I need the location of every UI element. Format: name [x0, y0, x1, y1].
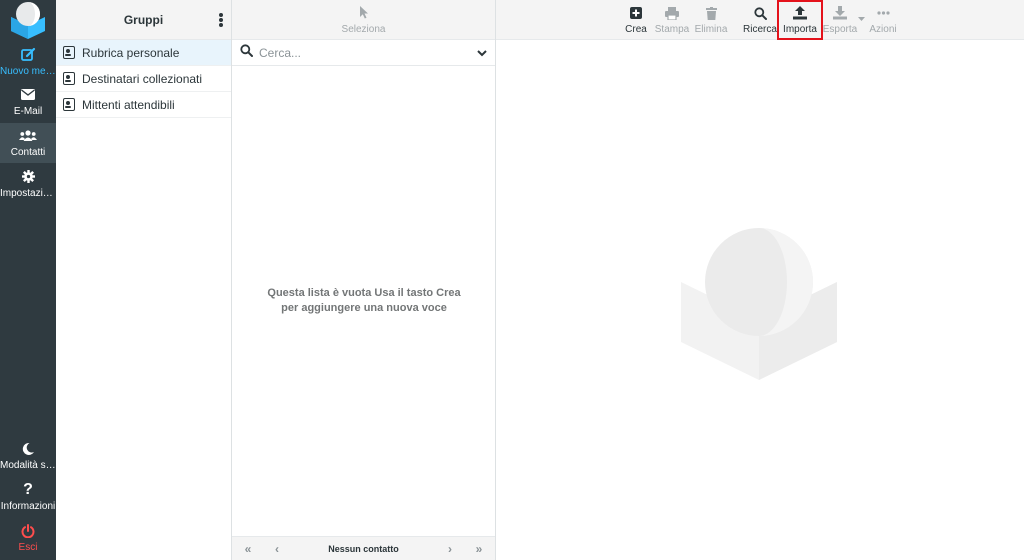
contacts-label: Contatti: [10, 146, 46, 158]
search-input[interactable]: [259, 45, 477, 60]
compose-icon: [20, 47, 36, 63]
nav-item-about[interactable]: ? Informazioni: [0, 477, 56, 517]
contact-search-bar: [232, 40, 495, 66]
contact-content-area: Crea Stampa Elimina Ricerca Importa Espo…: [496, 0, 1024, 560]
previous-page-icon[interactable]: ‹: [266, 542, 288, 556]
about-label: Informazioni: [0, 500, 56, 512]
logout-label: Esci: [18, 541, 38, 553]
create-label: Crea: [625, 24, 647, 35]
empty-list-message: Questa lista è vuota Usa il tasto Crea p…: [267, 287, 461, 314]
first-page-icon[interactable]: «: [237, 542, 259, 556]
compose-button[interactable]: Nuovo mes...: [0, 42, 56, 82]
compose-label: Nuovo mes...: [0, 65, 56, 77]
main-navigation: Nuovo mes... E-Mail Contatti Impostazion…: [0, 0, 56, 560]
nav-item-settings[interactable]: Impostazioni: [0, 164, 56, 204]
print-button[interactable]: Stampa: [654, 0, 690, 40]
users-icon: [19, 128, 37, 144]
mail-label: E-Mail: [13, 105, 43, 117]
magnifier-icon: [753, 5, 767, 21]
groups-header: Gruppi: [56, 0, 231, 40]
actions-button[interactable]: Azioni: [868, 0, 898, 40]
group-item-collected-recipients[interactable]: Destinatari collezionati: [56, 66, 231, 92]
search-icon[interactable]: [240, 43, 253, 62]
groups-panel: Gruppi Rubrica personale Destinatari col…: [56, 0, 232, 560]
delete-button[interactable]: Elimina: [694, 0, 728, 40]
select-label: Seleziona: [341, 23, 386, 35]
dark-mode-label: Modalità sc...: [0, 459, 56, 471]
more-dots-icon: [876, 5, 890, 21]
search-label: Ricerca: [743, 24, 777, 35]
search-button[interactable]: Ricerca: [742, 0, 778, 40]
nav-item-contacts[interactable]: Contatti: [0, 123, 56, 163]
delete-label: Elimina: [694, 24, 728, 35]
trash-icon: [705, 5, 717, 21]
list-pagination: « ‹ Nessun contatto › »: [232, 536, 495, 560]
group-item-label: Rubrica personale: [82, 45, 180, 60]
print-label: Stampa: [654, 24, 690, 35]
upload-icon: [793, 5, 807, 21]
cursor-pointer-icon: [359, 5, 369, 21]
create-button[interactable]: Crea: [620, 0, 652, 40]
roundcube-watermark-logo: [679, 220, 839, 385]
last-page-icon[interactable]: »: [468, 542, 490, 556]
moon-icon: [21, 441, 35, 457]
group-item-trusted-senders[interactable]: Mittenti attendibili: [56, 92, 231, 118]
group-item-label: Mittenti attendibili: [82, 97, 175, 112]
nav-item-dark-mode[interactable]: Modalità sc...: [0, 436, 56, 476]
logout-button[interactable]: Esci: [0, 518, 56, 558]
groups-title: Gruppi: [123, 12, 164, 27]
gear-icon: [21, 169, 35, 185]
power-icon: [21, 523, 35, 539]
settings-label: Impostazioni: [0, 187, 56, 199]
export-dropdown-icon[interactable]: [857, 0, 865, 40]
question-icon: ?: [23, 480, 33, 498]
next-page-icon[interactable]: ›: [439, 542, 461, 556]
addressbook-icon: [63, 72, 75, 85]
group-item-label: Destinatari collezionati: [82, 71, 203, 86]
addressbook-icon: [63, 98, 75, 111]
export-label: Esporta: [822, 24, 858, 35]
download-icon: [833, 5, 847, 21]
group-item-personal-addressbook[interactable]: Rubrica personale: [56, 40, 231, 66]
groups-menu-icon[interactable]: [217, 12, 225, 28]
plus-square-icon: [630, 5, 642, 21]
addressbook-icon: [63, 46, 75, 59]
search-options-chevron-icon[interactable]: [477, 44, 487, 62]
envelope-icon: [21, 87, 35, 103]
contacts-list-panel: Seleziona Questa lista è vuota Usa il ta…: [232, 0, 496, 560]
export-button[interactable]: Esporta: [823, 0, 857, 40]
import-label: Importa: [783, 24, 817, 35]
contacts-toolbar: Crea Stampa Elimina Ricerca Importa Espo…: [496, 0, 1024, 40]
import-button[interactable]: Importa: [777, 0, 823, 40]
nav-item-mail[interactable]: E-Mail: [0, 82, 56, 122]
actions-label: Azioni: [869, 24, 897, 35]
select-button[interactable]: Seleziona: [232, 0, 495, 40]
contact-count: Nessun contatto: [328, 543, 399, 554]
roundcube-logo[interactable]: [0, 0, 56, 40]
printer-icon: [665, 5, 679, 21]
